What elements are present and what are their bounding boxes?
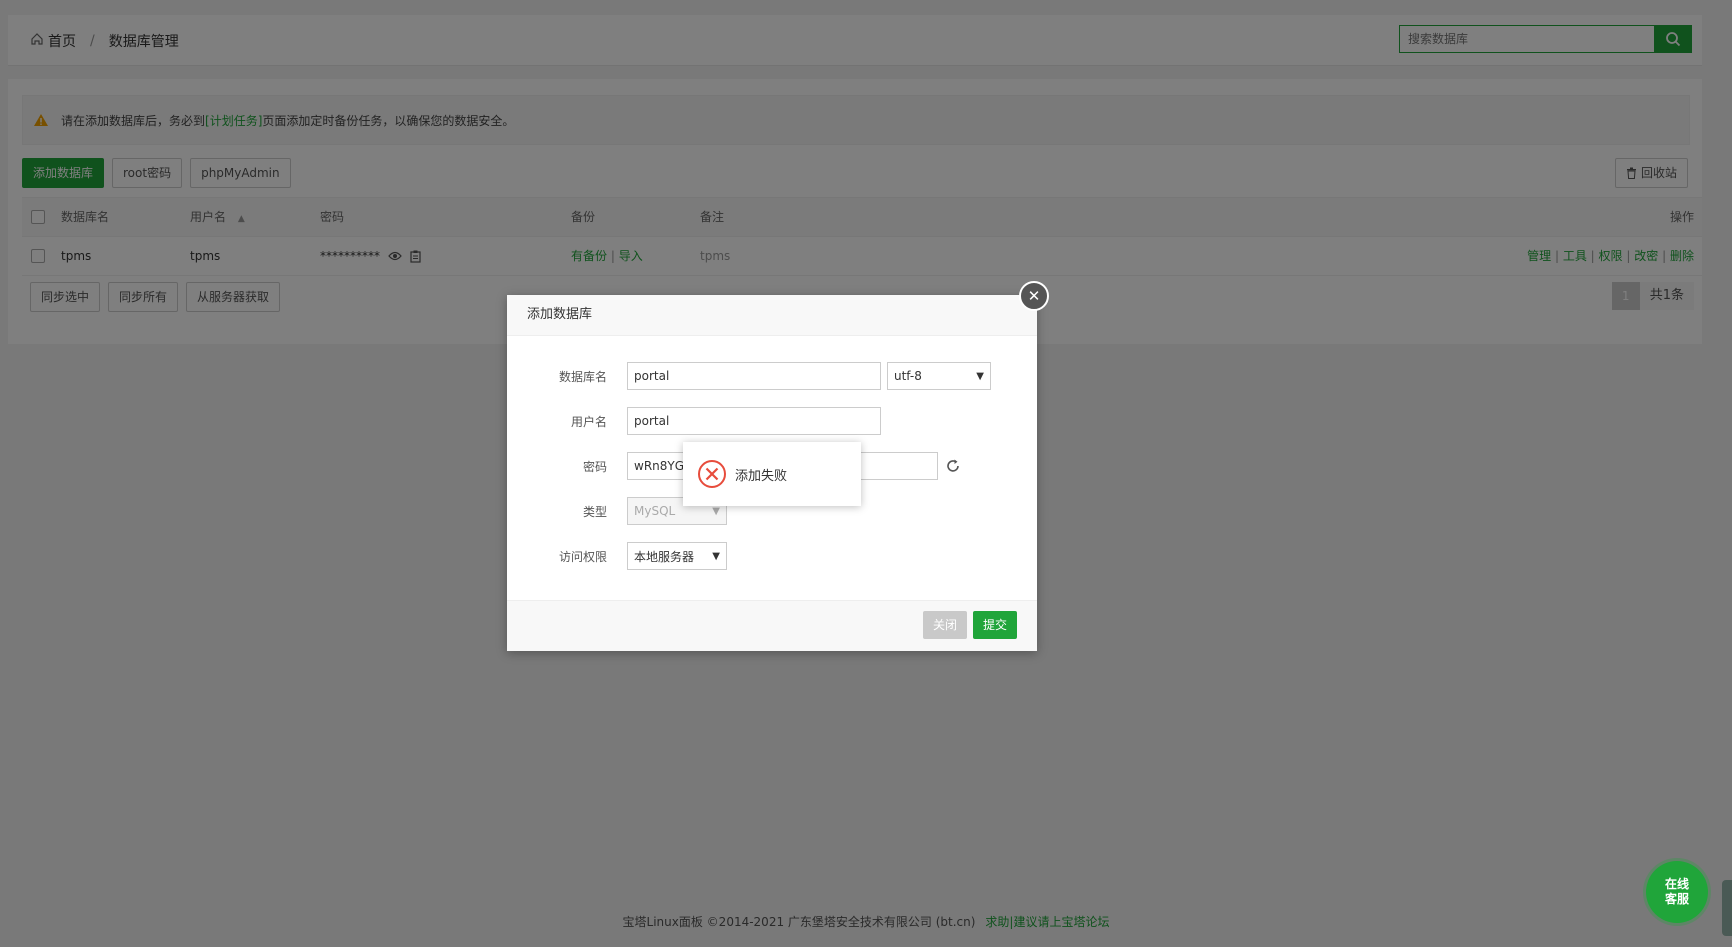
toast-message: 添加失败 [735, 468, 788, 484]
error-toast: 添加失败 [683, 442, 861, 506]
access-value: 本地服务器 [634, 549, 695, 564]
password-label: 密码 [582, 459, 607, 474]
refresh-icon[interactable] [946, 459, 960, 473]
side-widget-tab[interactable] [1722, 880, 1732, 936]
username-input[interactable]: portal [627, 407, 881, 435]
access-row: 访问权限 本地服务器 ▼ [507, 541, 727, 571]
dialog-title: 添加数据库 [507, 295, 1037, 336]
close-button[interactable]: 关闭 [922, 611, 967, 639]
chevron-down-icon: ▼ [712, 505, 720, 517]
chevron-down-icon: ▼ [976, 370, 984, 382]
dialog-footer: 关闭 提交 [507, 600, 1037, 651]
support-line-1: 在线 [1664, 877, 1689, 891]
charset-select[interactable]: utf-8 ▼ [887, 362, 991, 390]
username-row: 用户名 portal [507, 406, 881, 436]
close-icon[interactable]: ✕ [1019, 281, 1049, 311]
support-line-2: 客服 [1664, 892, 1689, 906]
username-label: 用户名 [570, 414, 607, 429]
error-circle-icon [698, 460, 726, 488]
submit-button[interactable]: 提交 [972, 611, 1017, 639]
chevron-down-icon: ▼ [712, 550, 720, 562]
access-select[interactable]: 本地服务器 ▼ [627, 542, 727, 570]
type-value: MySQL [634, 504, 676, 518]
type-label: 类型 [582, 504, 607, 519]
db-name-label: 数据库名 [558, 369, 607, 384]
charset-value: utf-8 [894, 369, 922, 383]
db-name-row: 数据库名 portal utf-8 ▼ [507, 361, 991, 391]
access-label: 访问权限 [558, 549, 607, 564]
online-support-button[interactable]: 在线 客服 [1646, 861, 1708, 923]
db-name-input[interactable]: portal [627, 362, 881, 390]
